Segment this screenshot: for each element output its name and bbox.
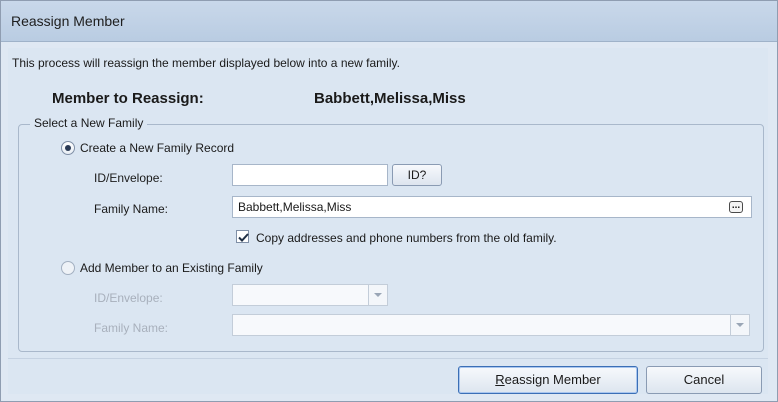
cancel-button[interactable]: Cancel — [646, 366, 762, 394]
description-text: This process will reassign the member di… — [12, 56, 400, 70]
create-new-family-label[interactable]: Create a New Family Record — [80, 141, 234, 155]
new-family-name-input[interactable]: Babbett,Melissa,Miss — [232, 196, 752, 218]
new-id-envelope-input[interactable] — [232, 164, 388, 186]
create-new-family-radio[interactable] — [61, 141, 75, 155]
select-family-legend: Select a New Family — [30, 116, 148, 130]
copy-addresses-checkbox[interactable] — [236, 230, 249, 243]
existing-family-name-combo[interactable] — [232, 314, 750, 336]
new-family-name-value: Babbett,Melissa,Miss — [238, 200, 352, 214]
footer-separator — [8, 358, 768, 359]
add-existing-family-label[interactable]: Add Member to an Existing Family — [80, 261, 263, 275]
reassign-member-button-text: eassign Member — [504, 372, 601, 387]
new-id-envelope-label: ID/Envelope: — [94, 171, 163, 185]
id-lookup-button[interactable]: ID? — [392, 164, 442, 186]
member-to-reassign-value: Babbett,Melissa,Miss — [314, 90, 466, 107]
member-to-reassign-label: Member to Reassign: — [52, 90, 204, 107]
copy-addresses-label[interactable]: Copy addresses and phone numbers from th… — [256, 231, 557, 245]
family-name-ellipsis-button[interactable]: ... — [729, 201, 743, 213]
checkmark-icon — [238, 233, 249, 242]
existing-family-name-label: Family Name: — [94, 321, 169, 335]
title-bar[interactable]: Reassign Member — [1, 1, 777, 42]
chevron-down-icon[interactable] — [730, 315, 749, 335]
new-family-name-label: Family Name: — [94, 202, 169, 216]
add-existing-family-radio[interactable] — [61, 261, 75, 275]
reassign-member-button[interactable]: Reassign Member — [458, 366, 638, 394]
existing-id-envelope-label: ID/Envelope: — [94, 291, 163, 305]
chevron-down-icon[interactable] — [368, 285, 387, 305]
dialog-title: Reassign Member — [11, 13, 125, 29]
existing-id-envelope-combo[interactable] — [232, 284, 388, 306]
